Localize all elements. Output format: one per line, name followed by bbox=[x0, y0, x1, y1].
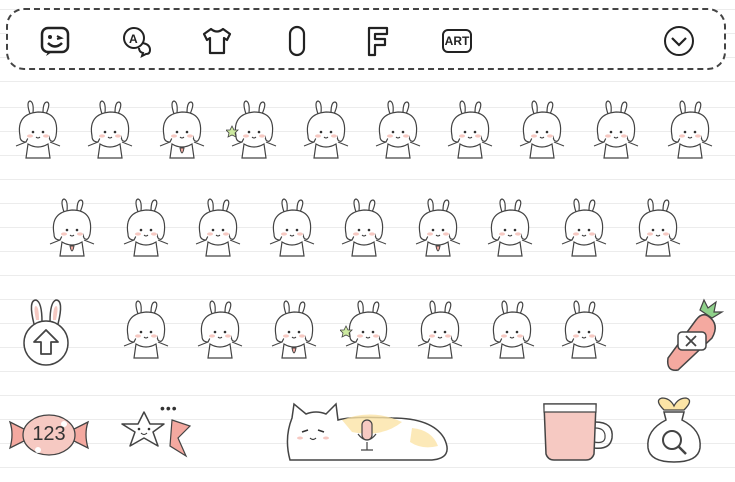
key-y[interactable] bbox=[370, 100, 426, 160]
search-key[interactable] bbox=[644, 394, 706, 466]
bunny-key-icon bbox=[635, 198, 681, 257]
bunny-key-icon bbox=[123, 198, 169, 257]
art-button[interactable]: ART bbox=[440, 24, 474, 58]
bunny-shift-icon bbox=[23, 299, 69, 366]
theme-button[interactable] bbox=[200, 24, 234, 58]
bunny-key-icon bbox=[269, 198, 315, 257]
tshirt-theme-icon bbox=[202, 27, 232, 55]
bunny-key-icon bbox=[519, 100, 565, 159]
key-n[interactable] bbox=[484, 300, 540, 360]
keyboard-toolbar: A ART bbox=[6, 8, 726, 70]
key-z[interactable] bbox=[118, 300, 174, 360]
font-icon bbox=[367, 26, 389, 57]
bunny-key-icon bbox=[487, 198, 533, 257]
star-emoji-icon bbox=[121, 411, 192, 458]
key-q[interactable] bbox=[10, 100, 66, 160]
bunny-key-icon bbox=[375, 100, 421, 159]
bunny-key-icon bbox=[561, 300, 607, 359]
shift-key[interactable] bbox=[16, 298, 76, 368]
key-t[interactable] bbox=[298, 100, 354, 160]
mug-key[interactable] bbox=[538, 400, 616, 462]
bunny-key-icon bbox=[159, 100, 205, 159]
bunny-key-icon bbox=[593, 100, 639, 159]
key-h[interactable] bbox=[410, 198, 466, 258]
key-f[interactable] bbox=[264, 198, 320, 258]
voice-input-button[interactable] bbox=[280, 24, 314, 58]
numbers-label: 123 bbox=[32, 422, 66, 445]
key-o[interactable] bbox=[588, 100, 644, 160]
font-button[interactable] bbox=[360, 24, 394, 58]
bunny-key-icon bbox=[123, 300, 169, 359]
key-j[interactable] bbox=[482, 198, 538, 258]
art-icon: ART bbox=[442, 29, 472, 53]
key-k[interactable] bbox=[556, 198, 612, 258]
search-bag-icon bbox=[647, 397, 701, 463]
carrot-backspace-icon bbox=[666, 298, 725, 371]
bunny-key-icon bbox=[303, 100, 349, 159]
key-a[interactable] bbox=[44, 198, 100, 258]
emoji-key[interactable]: ••• bbox=[116, 400, 192, 460]
space-key[interactable] bbox=[282, 398, 454, 466]
bunny-key-icon bbox=[415, 198, 461, 257]
bunny-key-icon bbox=[197, 300, 243, 359]
bunny-key-icon bbox=[447, 100, 493, 159]
cat-spacebar-icon bbox=[286, 402, 448, 461]
bunny-key-icon bbox=[271, 300, 317, 359]
bunny-key-icon bbox=[667, 100, 713, 159]
translate-button[interactable]: A bbox=[120, 24, 154, 58]
key-l[interactable] bbox=[630, 198, 686, 258]
key-p[interactable] bbox=[662, 100, 718, 160]
key-r[interactable] bbox=[225, 100, 282, 160]
svg-text:A: A bbox=[129, 32, 138, 46]
translate-icon: A bbox=[123, 27, 152, 58]
key-e[interactable] bbox=[154, 100, 210, 160]
bunny-key-icon bbox=[195, 198, 241, 257]
bunny-key-icon bbox=[489, 300, 535, 359]
key-m[interactable] bbox=[556, 300, 612, 360]
key-u[interactable] bbox=[442, 100, 498, 160]
collapse-button[interactable] bbox=[662, 24, 696, 58]
microphone-icon bbox=[288, 25, 306, 57]
key-x[interactable] bbox=[192, 300, 248, 360]
bunny-key-icon bbox=[87, 100, 133, 159]
key-s[interactable] bbox=[118, 198, 174, 258]
emoji-button[interactable] bbox=[38, 24, 72, 58]
key-g[interactable] bbox=[336, 198, 392, 258]
key-i[interactable] bbox=[514, 100, 570, 160]
bunny-key-icon bbox=[15, 100, 61, 159]
chevron-down-icon bbox=[664, 26, 694, 56]
bunny-key-icon bbox=[225, 100, 277, 159]
key-b[interactable] bbox=[412, 300, 468, 360]
key-c[interactable] bbox=[266, 300, 322, 360]
bunny-key-icon bbox=[417, 300, 463, 359]
bunny-key-icon bbox=[561, 198, 607, 257]
emoji-face-icon bbox=[40, 26, 70, 56]
mug-icon bbox=[543, 403, 613, 461]
bunny-key-icon bbox=[339, 300, 391, 359]
key-v[interactable] bbox=[339, 300, 396, 360]
numbers-key[interactable]: 123 bbox=[8, 404, 90, 464]
bunny-key-icon bbox=[49, 198, 95, 257]
backspace-key[interactable] bbox=[660, 298, 725, 374]
key-w[interactable] bbox=[82, 100, 138, 160]
bunny-key-icon bbox=[341, 198, 387, 257]
key-d[interactable] bbox=[190, 198, 246, 258]
